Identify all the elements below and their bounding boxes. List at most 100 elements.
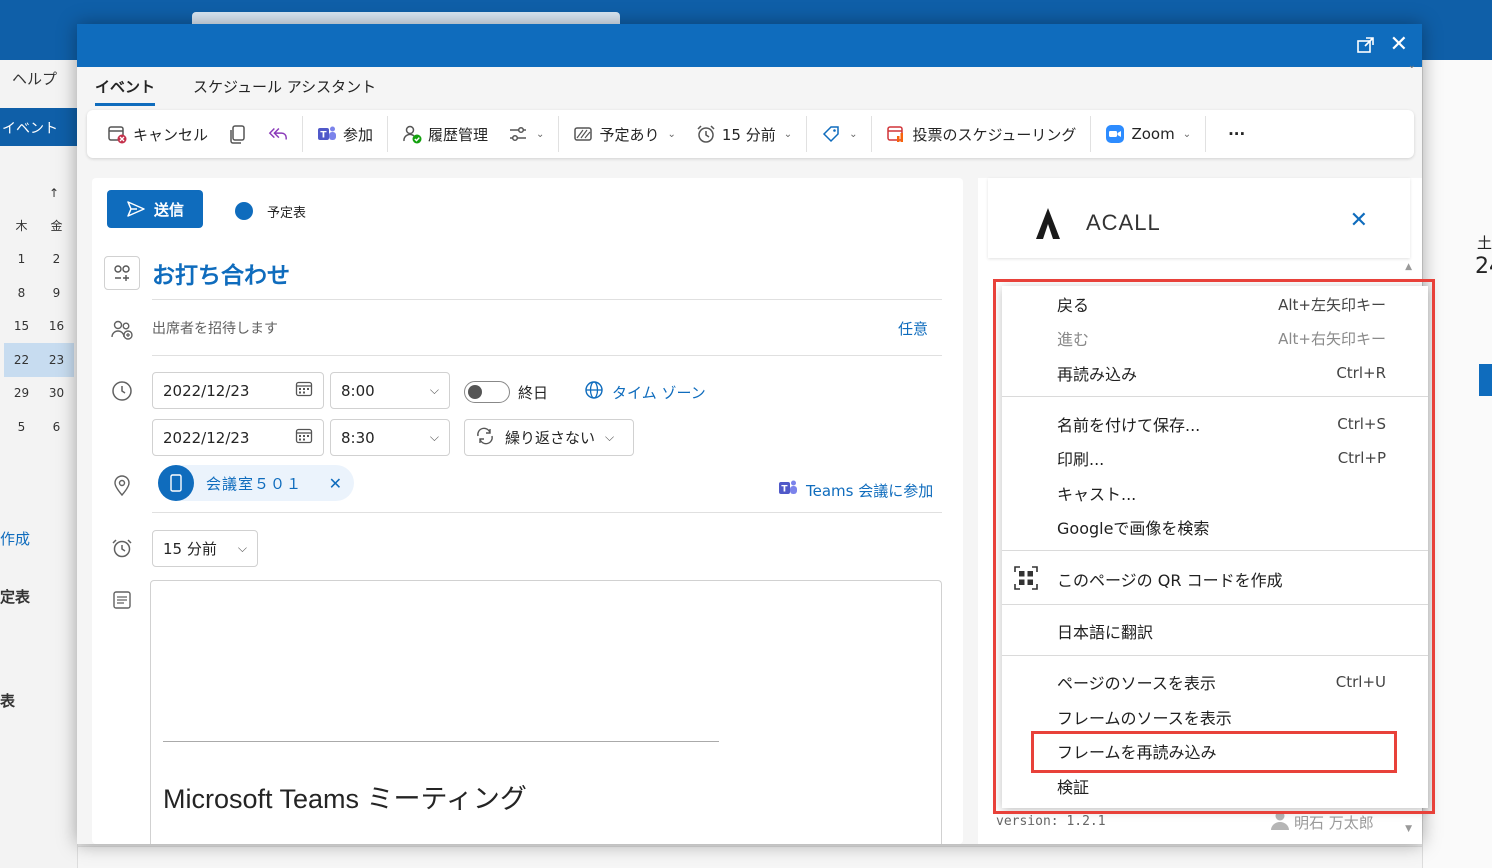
my-calendars-label: 定表 (0, 588, 31, 606)
cal-day[interactable]: 22 (14, 353, 29, 367)
sliders-icon (508, 124, 528, 144)
zoom-label: Zoom (1131, 125, 1175, 143)
teams-join-label: Teams 会議に参加 (806, 481, 934, 500)
zoom-dropdown[interactable]: Zoom ⌄ (1095, 118, 1201, 150)
event-type-icon[interactable] (104, 256, 140, 290)
zoom-icon (1105, 124, 1125, 144)
mini-calendar: ↑ 木 金 1 2 8 9 15 16 22 23 29 30 5 6 (4, 176, 74, 444)
calendar-color-dot[interactable] (235, 202, 253, 220)
acall-header: ACALL ✕ (988, 178, 1410, 258)
more-options-button[interactable]: ··· (1210, 118, 1255, 150)
event-title-input[interactable]: お打ち合わせ (152, 256, 290, 290)
ribbon-separator (806, 116, 808, 152)
attendee-input[interactable]: 出席者を招待します (152, 318, 278, 338)
reply-all-button[interactable] (258, 118, 298, 150)
send-button[interactable]: 送信 (107, 190, 203, 228)
globe-icon (584, 380, 604, 404)
scroll-up-icon[interactable]: ▲ (1405, 262, 1412, 272)
highlight-box-reload-frame (1031, 731, 1397, 773)
repeat-value: 繰り返さない (505, 429, 596, 447)
cancel-button[interactable]: キャンセル (97, 118, 218, 150)
clock-icon (110, 379, 134, 403)
start-date-field[interactable]: 2022/12/23 (152, 372, 324, 409)
optional-attendees-link[interactable]: 任意 (898, 318, 928, 339)
send-icon (126, 199, 146, 219)
ribbon-separator (302, 116, 304, 152)
copy-button[interactable] (218, 118, 258, 150)
cal-day[interactable]: 6 (53, 420, 61, 434)
cal-day[interactable]: 9 (53, 286, 61, 300)
calendar-icon[interactable] (295, 427, 313, 449)
event-block[interactable] (1479, 364, 1492, 396)
cal-day[interactable]: 1 (18, 252, 26, 266)
divider (152, 299, 942, 300)
cal-day[interactable]: 2 (53, 252, 61, 266)
send-label: 送信 (153, 200, 184, 219)
room-chip[interactable]: 会議室５０１ ✕ (158, 465, 354, 501)
reminder-label: 15 分前 (721, 125, 776, 144)
notes-icon (110, 588, 134, 612)
cal-day[interactable]: 23 (49, 353, 64, 367)
cal-day[interactable]: 29 (14, 386, 29, 400)
chevron-down-icon: ⌄ (783, 128, 793, 140)
copy-icon (228, 124, 248, 144)
event-tab-bg[interactable]: イベント (0, 108, 78, 146)
close-icon[interactable]: ✕ (1350, 208, 1368, 233)
start-time-dropdown[interactable]: 8:00 ⌵ (330, 372, 450, 409)
poll-icon (886, 124, 906, 144)
new-calendar-link[interactable]: 作成 (0, 528, 30, 549)
categorize-dropdown[interactable]: ⌄ (811, 118, 867, 150)
location-icon (110, 474, 134, 498)
body-separator (163, 741, 719, 742)
help-menu[interactable]: ヘルプ (12, 68, 57, 89)
teams-join-ribbon-button[interactable]: T 参加 (307, 118, 383, 150)
cal-day[interactable]: 8 (18, 286, 26, 300)
cal-day[interactable]: 15 (14, 319, 29, 333)
busy-label: 予定あり (599, 125, 660, 144)
ribbon-separator (1205, 116, 1207, 152)
weekday-label: 土 (1477, 234, 1492, 252)
tag-icon (821, 124, 841, 144)
other-calendars-label: 表 (0, 692, 16, 710)
divider (152, 512, 942, 513)
end-time-value: 8:30 (341, 428, 375, 447)
ribbon-separator (558, 116, 560, 152)
cal-day[interactable]: 5 (18, 420, 26, 434)
cancel-label: キャンセル (133, 125, 209, 144)
all-day-toggle[interactable] (464, 381, 510, 403)
chevron-down-icon: ⌵ (429, 383, 439, 397)
tab-scheduling-assistant[interactable]: スケジュール アシスタント (193, 76, 376, 106)
history-button[interactable]: 履歴管理 (392, 118, 498, 150)
time-zone-button[interactable]: タイム ゾーン (584, 380, 706, 404)
reminder-dropdown[interactable]: 15 分前 ⌄ (686, 118, 802, 150)
calendar-selector[interactable]: 予定表 (267, 202, 306, 221)
history-label: 履歴管理 (428, 125, 489, 144)
remove-room-icon[interactable]: ✕ (329, 474, 342, 493)
repeat-dropdown[interactable]: 繰り返さない ⌵ (464, 419, 634, 456)
busy-status-dropdown[interactable]: 予定あり ⌄ (563, 118, 685, 150)
teams-icon: T (317, 124, 337, 144)
chevron-down-icon: ⌄ (1182, 128, 1192, 140)
popout-icon[interactable] (1356, 35, 1376, 55)
teams-meeting-toggle[interactable]: T Teams 会議に参加 (778, 478, 933, 502)
reminder-dropdown-form[interactable]: 15 分前 ⌵ (152, 530, 258, 567)
ribbon-separator (387, 116, 389, 152)
chevron-down-icon: ⌄ (849, 128, 858, 140)
calendar-icon[interactable] (295, 380, 313, 402)
start-time-value: 8:00 (341, 381, 375, 400)
scroll-down-icon[interactable]: ▼ (1405, 824, 1412, 834)
divider (152, 355, 942, 356)
tab-event[interactable]: イベント (95, 76, 156, 106)
close-icon[interactable]: ✕ (1390, 33, 1408, 57)
end-time-dropdown[interactable]: 8:30 ⌵ (330, 419, 450, 456)
cal-day[interactable]: 30 (49, 386, 64, 400)
scheduling-poll-button[interactable]: 投票のスケジューリング (876, 118, 1086, 150)
body-editor[interactable]: Microsoft Teams ミーティング (150, 580, 942, 844)
end-date-field[interactable]: 2022/12/23 (152, 419, 324, 456)
calendar-up-icon[interactable]: ↑ (49, 186, 59, 200)
chevron-down-icon: ⌄ (536, 128, 545, 140)
cal-day[interactable]: 16 (49, 319, 64, 333)
ribbon-expand-chevron-icon[interactable]: ⌄ (1408, 60, 1416, 71)
options-button[interactable]: ⌄ (498, 118, 554, 150)
chevron-down-icon: ⌄ (667, 128, 676, 140)
